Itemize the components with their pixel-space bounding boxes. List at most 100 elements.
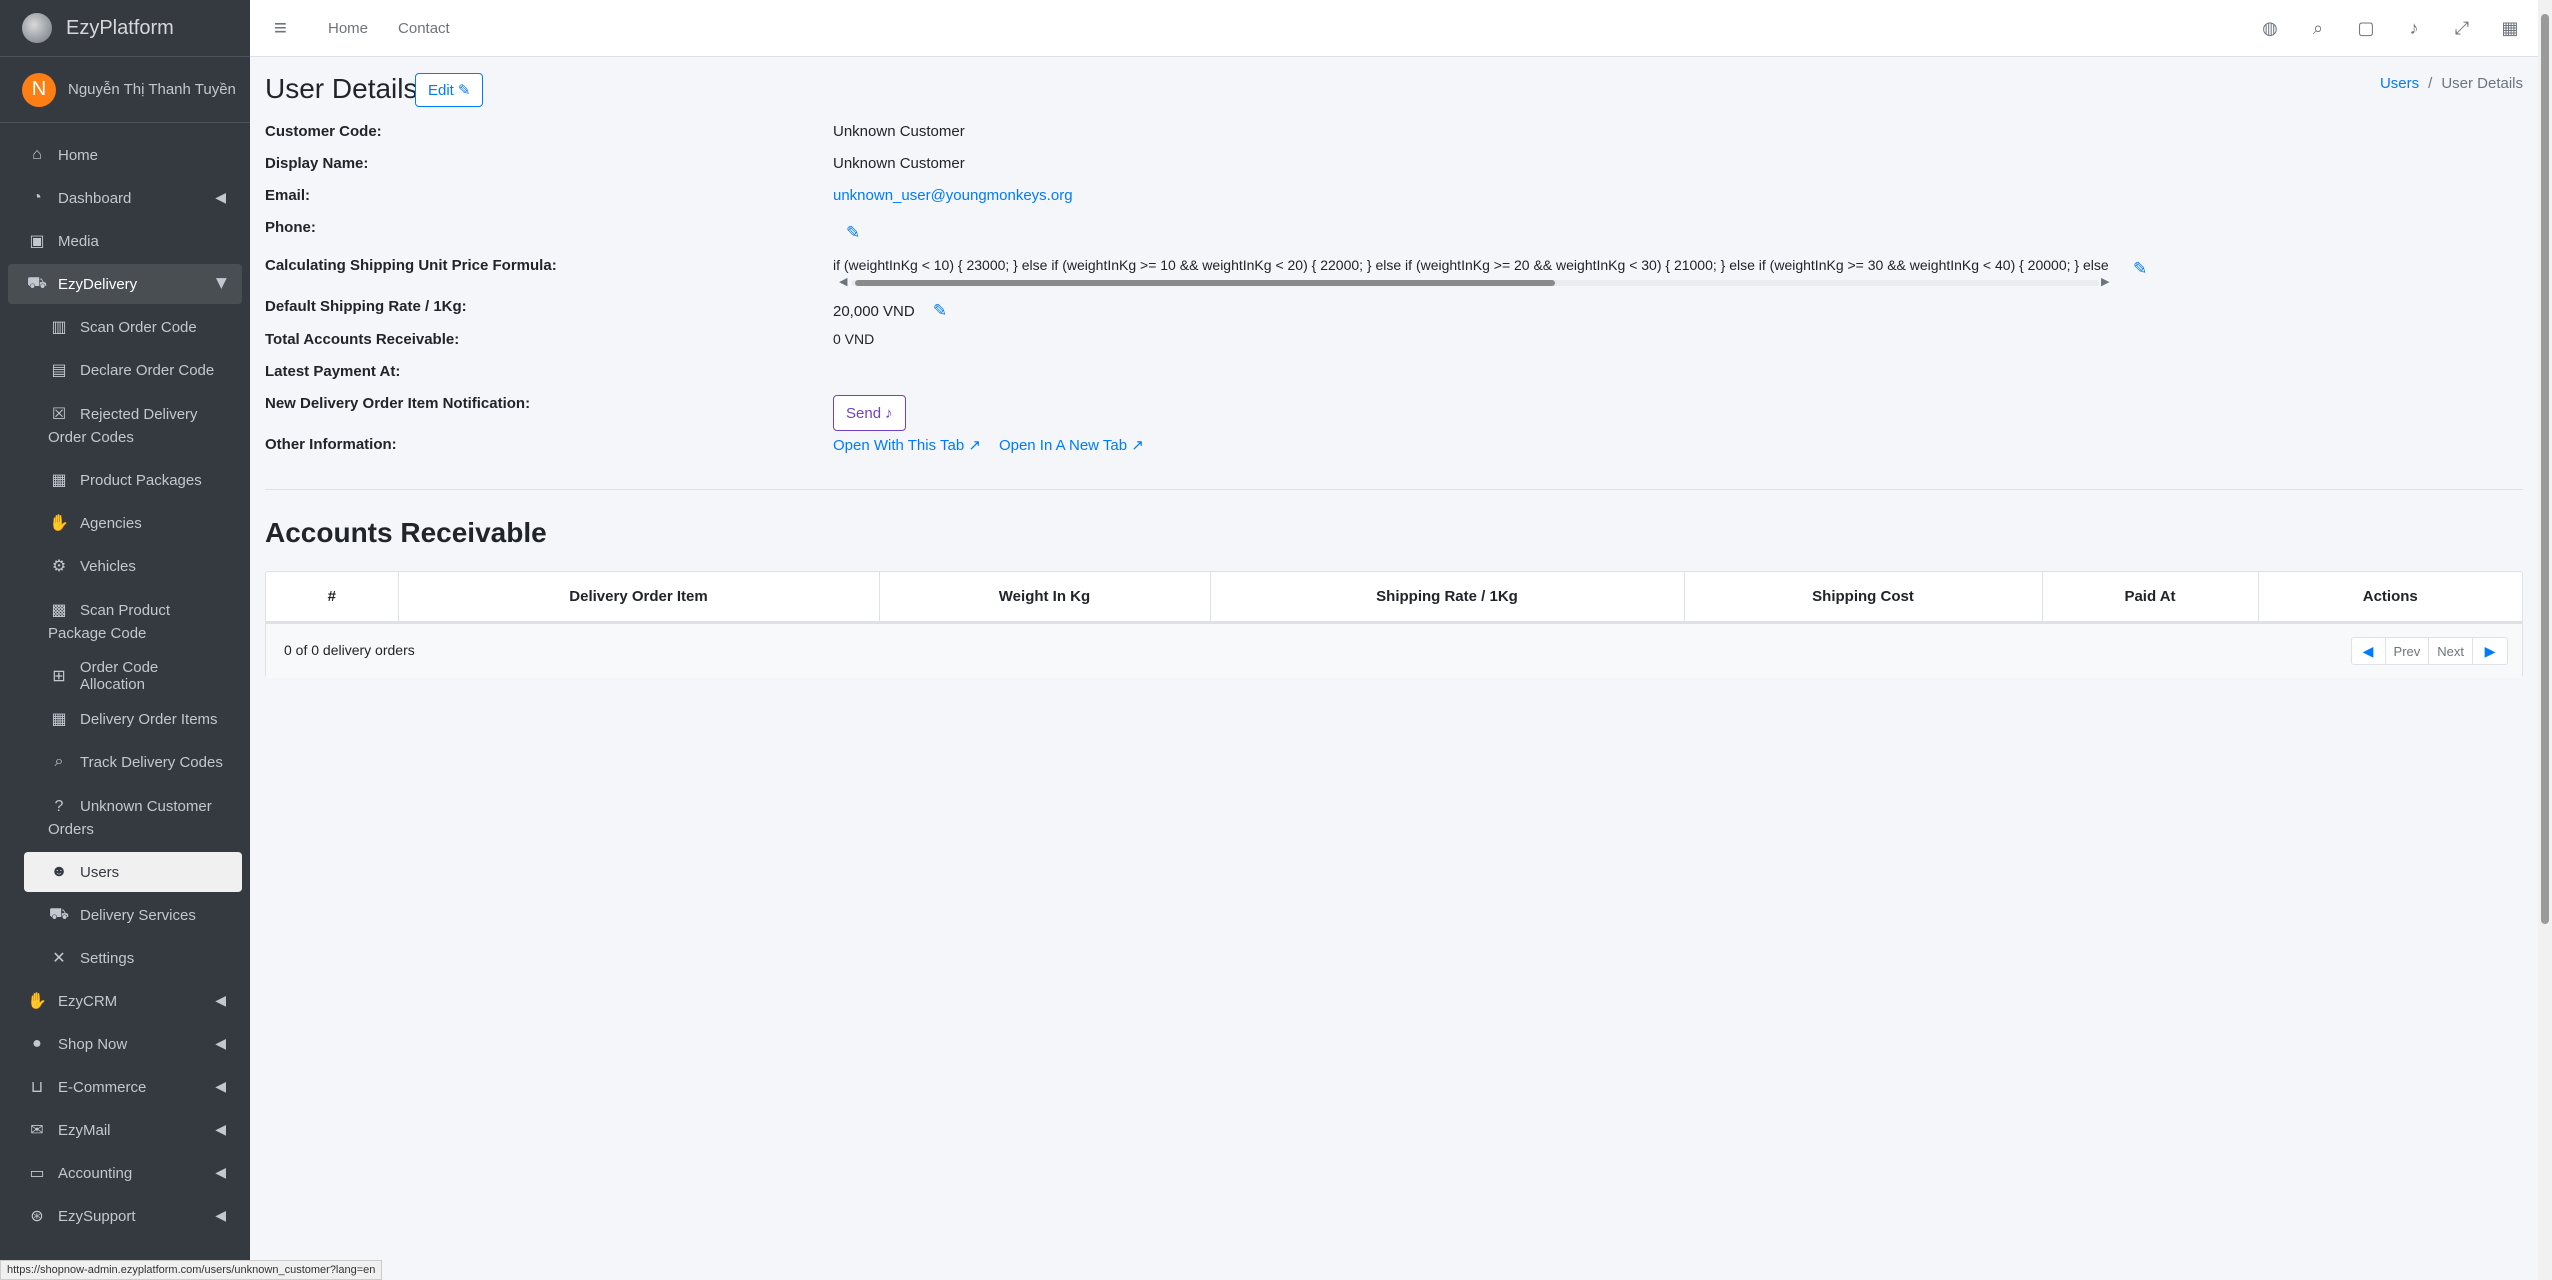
page-header: User Details Edit ✎ Users / User Details xyxy=(265,57,2523,123)
boxes-icon: ▦ xyxy=(51,472,67,489)
edit-icon: ✎ xyxy=(457,82,471,99)
detail-row-total-receivable: Total Accounts Receivable: 0 VND xyxy=(265,331,2523,363)
formula-scrollbar[interactable]: ◀ ▶ xyxy=(833,275,2123,289)
column-header: Shipping Cost xyxy=(1684,572,2043,623)
sidebar-item-product-packages[interactable]: ▦ Product Packages xyxy=(24,460,242,500)
sidebar-item-ecommerce[interactable]: ⊔ E-Commerce ◀ xyxy=(8,1067,242,1107)
total-receivable-value: 0 VND xyxy=(833,331,875,347)
apps-grid-icon[interactable]: ▦ xyxy=(2486,18,2534,39)
basket-icon: ⊔ xyxy=(30,1079,44,1096)
question-icon: ? xyxy=(54,798,64,815)
customer-code-label: Customer Code: xyxy=(265,123,382,140)
sidebar-item-label: Media xyxy=(58,232,99,250)
sidebar-item-agencies[interactable]: ✋ Agencies xyxy=(24,503,242,543)
sidebar-item-label: Accounting xyxy=(58,1164,133,1182)
sidebar-item-ezysupport[interactable]: ⊛ EzySupport ◀ xyxy=(8,1196,242,1236)
envelope-icon: ✉ xyxy=(30,1122,44,1139)
sidebar-item-label: Users xyxy=(80,863,120,881)
first-page-arrow-icon[interactable]: ◀ xyxy=(2352,638,2386,664)
chevron-left-icon: ◀ xyxy=(215,189,226,205)
prev-button[interactable]: Prev xyxy=(2386,638,2430,664)
sidebar-item-delivery-services[interactable]: ⛟ Delivery Services xyxy=(24,895,242,935)
receivable-title: Accounts Receivable xyxy=(265,517,547,548)
sidebar-item-order-code-allocation[interactable]: ⊞ Order Code Allocation xyxy=(24,656,242,696)
sidebar-item-accounting[interactable]: ▭ Accounting ◀ xyxy=(8,1153,242,1193)
sidebar-item-shop-now[interactable]: ● Shop Now ◀ xyxy=(8,1024,242,1064)
nav-link-home[interactable]: Home xyxy=(328,20,368,37)
scroll-right-arrow-icon[interactable]: ▶ xyxy=(2101,275,2109,288)
display-name-value: Unknown Customer xyxy=(833,155,965,172)
formula-box: if (weightInKg < 10) { 23000; } else if … xyxy=(833,257,2147,295)
default-rate-value: 20,000 VND xyxy=(833,303,915,320)
sidebar-item-settings[interactable]: ✕ Settings xyxy=(24,938,242,978)
edit-formula-icon[interactable]: ✎ xyxy=(2133,259,2147,279)
chevron-left-icon: ◀ xyxy=(215,1121,226,1137)
comments-icon[interactable]: ▢ xyxy=(2342,18,2390,39)
open-this-tab-label: Open With This Tab xyxy=(833,437,965,454)
sidebar-item-media[interactable]: ▣ Media xyxy=(8,221,242,261)
notification-label: New Delivery Order Item Notification: xyxy=(265,395,531,412)
nav-link-contact[interactable]: Contact xyxy=(398,20,450,37)
scroll-thumb[interactable] xyxy=(855,280,1555,286)
sidebar-item-scan-product-package-code[interactable]: ▩ Scan Product Package Code xyxy=(24,589,242,653)
sidebar-item-label: EzyMail xyxy=(58,1121,111,1139)
page-scrollbar-thumb[interactable] xyxy=(2541,14,2549,924)
sidebar-item-label: Unknown Customer Orders xyxy=(48,798,212,838)
sitemap-icon: ⊞ xyxy=(52,668,66,685)
formula-label: Calculating Shipping Unit Price Formula: xyxy=(265,257,557,274)
other-info-label: Other Information: xyxy=(265,436,397,453)
scroll-left-arrow-icon[interactable]: ◀ xyxy=(839,275,847,288)
sidebar-item-label: E-Commerce xyxy=(58,1078,147,1096)
edit-phone-icon[interactable]: ✎ xyxy=(846,223,860,242)
money-icon: ▭ xyxy=(29,1165,45,1182)
sidebar-item-scan-order-code[interactable]: ▥ Scan Order Code xyxy=(24,307,242,347)
column-header: Delivery Order Item xyxy=(398,572,880,623)
menu-toggle-icon[interactable]: ≡ xyxy=(274,15,298,41)
send-notification-button[interactable]: Send ♪ xyxy=(833,395,906,431)
sidebar-nav: ⌂ Home ◔ Dashboard ◀ ▣ Media ⛟ EzyDelive… xyxy=(0,123,250,1236)
globe-icon[interactable]: ◍ xyxy=(2246,18,2294,39)
sidebar-item-vehicles[interactable]: ⚙ Vehicles xyxy=(24,546,242,586)
edit-button[interactable]: Edit ✎ xyxy=(415,73,484,107)
sidebar-item-users[interactable]: ☻ Users xyxy=(24,852,242,892)
sidebar-item-ezycrm[interactable]: ✋ EzyCRM ◀ xyxy=(8,981,242,1021)
sidebar-item-rejected-codes[interactable]: ☒ Rejected Delivery Order Codes xyxy=(24,393,242,457)
sidebar-item-label: EzyCRM xyxy=(58,992,118,1010)
user-name: Nguyễn Thị Thanh Tuyền xyxy=(68,81,236,98)
sidebar-item-ezymail[interactable]: ✉ EzyMail ◀ xyxy=(8,1110,242,1150)
sidebar-item-track-delivery-codes[interactable]: ⌕ Track Delivery Codes xyxy=(24,742,242,782)
main-content: User Details Edit ✎ Users / User Details C… xyxy=(265,57,2523,678)
sidebar-item-label: Agencies xyxy=(80,514,142,532)
sidebar-item-label: Vehicles xyxy=(80,557,136,575)
record-count: 0 of 0 delivery orders xyxy=(284,642,415,658)
brand-link[interactable]: EzyPlatform xyxy=(0,0,250,57)
handshake-icon: ✋ xyxy=(27,993,47,1010)
sidebar-item-unknown-customer-orders[interactable]: ? Unknown Customer Orders xyxy=(24,785,242,849)
sidebar-item-declare-order-code[interactable]: ▤ Declare Order Code xyxy=(24,350,242,390)
last-page-arrow-icon[interactable]: ▶ xyxy=(2473,638,2507,664)
edit-rate-icon[interactable]: ✎ xyxy=(933,301,947,320)
next-button[interactable]: Next xyxy=(2429,638,2473,664)
grid-icon: ▦ xyxy=(51,711,67,728)
sidebar-item-ezydelivery[interactable]: ⛟ EzyDelivery ◀ xyxy=(8,264,242,304)
email-link[interactable]: unknown_user@youngmonkeys.org xyxy=(833,187,1073,219)
sidebar-item-home[interactable]: ⌂ Home xyxy=(8,135,242,175)
bell-icon[interactable]: ♪ xyxy=(2390,18,2438,39)
sidebar-item-delivery-order-items[interactable]: ▦ Delivery Order Items xyxy=(24,699,242,739)
user-panel[interactable]: N Nguyễn Thị Thanh Tuyền xyxy=(0,57,250,123)
column-header: # xyxy=(266,572,399,623)
avatar: N xyxy=(22,72,56,107)
fullscreen-icon[interactable]: ⤢ xyxy=(2438,18,2486,39)
table-header-row: # Delivery Order Item Weight In Kg Shipp… xyxy=(266,572,2522,623)
latest-payment-label: Latest Payment At: xyxy=(265,363,401,380)
page-scrollbar[interactable] xyxy=(2538,0,2552,1280)
sidebar-item-dashboard[interactable]: ◔ Dashboard ◀ xyxy=(8,178,242,218)
open-new-tab-link[interactable]: Open In A New Tab ↗ xyxy=(999,436,1144,465)
sidebar-item-label: Delivery Services xyxy=(80,906,196,924)
breadcrumb-users-link[interactable]: Users xyxy=(2380,75,2419,92)
top-navbar: ≡ Home Contact ◍ ⌕ ▢ ♪ ⤢ ▦ xyxy=(250,0,2552,57)
search-icon[interactable]: ⌕ xyxy=(2294,18,2342,39)
detail-row-other-info: Other Information: Open With This Tab ↗ … xyxy=(265,433,2523,465)
open-this-tab-link[interactable]: Open With This Tab ↗ xyxy=(833,436,981,465)
breadcrumb-current: User Details xyxy=(2441,75,2523,92)
